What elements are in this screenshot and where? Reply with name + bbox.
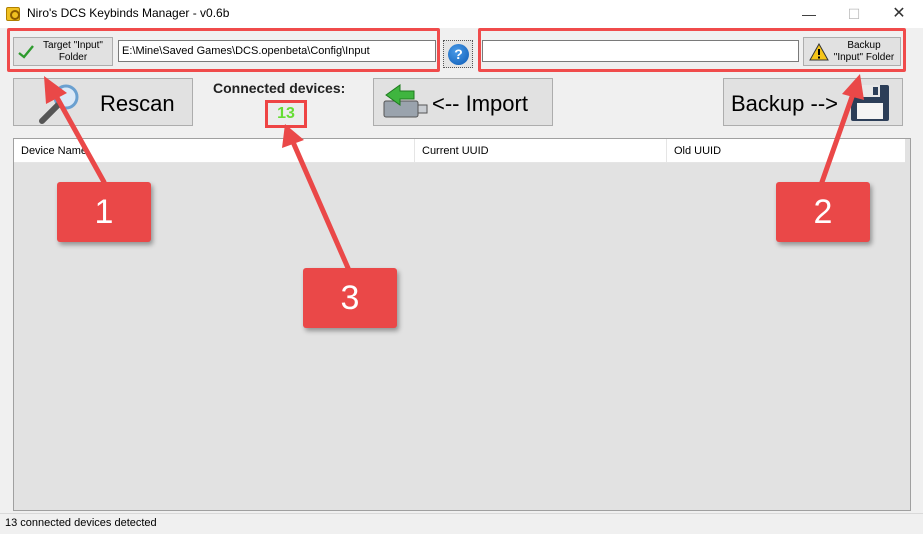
callout-1: 1 [57, 182, 151, 242]
arrow-2-shaft [819, 91, 856, 185]
callout-3: 3 [303, 268, 397, 328]
annotation-arrows [44, 74, 864, 271]
arrow-2-head [842, 74, 864, 100]
arrow-3-shaft [290, 139, 351, 271]
arrow-1-shaft [52, 91, 107, 185]
callout-2: 2 [776, 182, 870, 242]
